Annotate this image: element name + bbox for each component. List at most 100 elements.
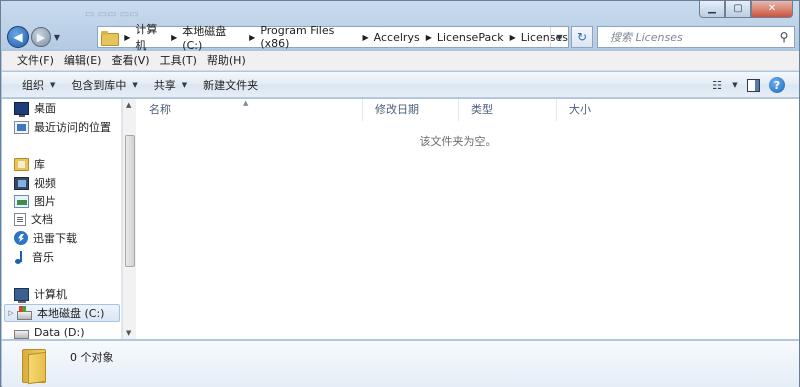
view-options-button[interactable]: ☷ xyxy=(705,75,729,95)
breadcrumb-separator-icon[interactable]: ▶ xyxy=(165,33,182,42)
back-button[interactable]: ◀ xyxy=(7,26,29,48)
close-button[interactable]: ✕ xyxy=(751,1,793,18)
video-icon xyxy=(14,176,29,190)
address-bar[interactable]: ▶ 计算机 ▶ 本地磁盘 (C:) ▶ Program Files (x86) … xyxy=(97,23,569,52)
menu-edit[interactable]: 编辑(E) xyxy=(59,51,107,71)
navigation-pane: 桌面 最近访问的位置 库 视频 图片 文档 迅雷下载 音乐 计算机 ▷ 本地磁盘… xyxy=(2,99,122,339)
include-in-library-button[interactable]: 包含到库中 ▼ xyxy=(63,74,145,96)
menu-tools[interactable]: 工具(T) xyxy=(155,51,202,71)
file-list: ▲ 名称 修改日期 类型 大小 该文件夹为空。 xyxy=(137,99,799,339)
item-count: 0 个对象 xyxy=(70,351,114,364)
music-icon xyxy=(14,250,27,264)
thunder-download-icon xyxy=(14,231,28,245)
breadcrumb-accelrys[interactable]: Accelrys xyxy=(374,31,420,44)
nav-item-label: 文档 xyxy=(31,213,53,226)
breadcrumb-separator-icon[interactable]: ▶ xyxy=(357,33,374,42)
nav-item-videos[interactable]: 视频 xyxy=(2,174,121,192)
column-header-name[interactable]: ▲ 名称 xyxy=(137,99,363,121)
view-details-icon: ☷ xyxy=(712,78,722,92)
maximize-icon: ▢ xyxy=(733,3,743,14)
forward-arrow-icon: ▶ xyxy=(36,30,46,44)
nav-item-music[interactable]: 音乐 xyxy=(2,248,121,266)
nav-item-label: 库 xyxy=(34,158,45,171)
search-icon[interactable]: ⚲ xyxy=(774,30,794,44)
column-header-label: 名称 xyxy=(149,103,171,116)
drive-icon xyxy=(14,329,29,339)
breadcrumb-program-files-x86[interactable]: Program Files (x86) xyxy=(260,24,356,50)
recent-pages-dropdown[interactable]: ▼ xyxy=(51,33,63,42)
main-area: 桌面 最近访问的位置 库 视频 图片 文档 迅雷下载 音乐 计算机 ▷ 本地磁盘… xyxy=(2,99,799,339)
folder-icon xyxy=(22,345,48,385)
breadcrumb-local-disk-c[interactable]: 本地磁盘 (C:) xyxy=(182,23,243,52)
scroll-up-icon[interactable]: ▲ xyxy=(126,101,131,109)
computer-icon xyxy=(14,287,29,303)
expand-arrow-icon[interactable]: ▷ xyxy=(5,309,17,317)
menu-file[interactable]: 文件(F) xyxy=(12,51,59,71)
minimize-button[interactable]: ▁ xyxy=(699,1,725,18)
preview-pane-icon xyxy=(746,78,760,92)
background-window-ghost: ▭ ▭▭ ▭▭ xyxy=(85,9,139,20)
scrollbar-thumb[interactable] xyxy=(125,135,135,267)
scroll-down-icon[interactable]: ▼ xyxy=(126,329,131,337)
chevron-down-icon: ▼ xyxy=(556,32,563,42)
new-folder-label: 新建文件夹 xyxy=(203,78,259,92)
breadcrumb-separator-icon[interactable]: ▶ xyxy=(243,33,260,42)
nav-item-desktop[interactable]: 桌面 xyxy=(2,99,121,117)
recent-places-icon xyxy=(14,120,29,134)
breadcrumb-computer[interactable]: 计算机 xyxy=(135,21,165,53)
menu-bar: 文件(F) 编辑(E) 查看(V) 工具(T) 帮助(H) xyxy=(2,51,799,71)
breadcrumb-separator-icon[interactable]: ▶ xyxy=(420,33,437,42)
organize-button[interactable]: 组织 ▼ xyxy=(14,74,63,96)
refresh-icon: ↻ xyxy=(576,30,588,44)
forward-button[interactable]: ▶ xyxy=(31,27,51,47)
navigation-scrollbar[interactable]: ▲ ▼ xyxy=(122,99,136,339)
column-header-date-modified[interactable]: 修改日期 xyxy=(363,99,459,121)
breadcrumb-separator-icon[interactable]: ▶ xyxy=(504,33,521,42)
windows-drive-icon xyxy=(17,305,32,320)
nav-item-label: Data (D:) xyxy=(34,325,85,339)
breadcrumb-separator-icon[interactable]: ▶ xyxy=(118,33,135,42)
nav-item-libraries[interactable]: 库 xyxy=(2,155,121,173)
minimize-icon: ▁ xyxy=(708,3,716,14)
nav-item-data-d[interactable]: Data (D:) xyxy=(2,323,121,339)
nav-item-label: 迅雷下载 xyxy=(33,232,77,245)
column-header-type[interactable]: 类型 xyxy=(459,99,557,121)
column-header-label: 类型 xyxy=(471,103,493,116)
view-options-dropdown[interactable]: ▼ xyxy=(729,75,741,95)
menu-view[interactable]: 查看(V) xyxy=(106,51,154,71)
column-header-size[interactable]: 大小 xyxy=(557,99,637,121)
column-header-label: 修改日期 xyxy=(375,103,419,116)
preview-pane-button[interactable] xyxy=(741,75,765,95)
include-in-library-label: 包含到库中 xyxy=(71,78,127,92)
chevron-down-icon: ▼ xyxy=(50,80,56,89)
nav-item-recent-places[interactable]: 最近访问的位置 xyxy=(2,118,121,136)
nav-item-label: 计算机 xyxy=(34,288,67,301)
documents-icon xyxy=(14,212,26,226)
explorer-window: ▭ ▭▭ ▭▭ ▁ ▢ ✕ ◀ ▶ ▼ ▶ 计算机 ▶ 本地磁盘 (C:) ▶ … xyxy=(0,0,800,387)
menu-help[interactable]: 帮助(H) xyxy=(202,51,251,71)
close-icon: ✕ xyxy=(767,3,777,14)
refresh-button[interactable]: ↻ xyxy=(571,26,593,48)
nav-item-documents[interactable]: 文档 xyxy=(2,210,121,228)
nav-item-label: 图片 xyxy=(34,195,56,208)
breadcrumb-licensepack[interactable]: LicensePack xyxy=(437,31,504,44)
maximize-button[interactable]: ▢ xyxy=(725,1,751,18)
new-folder-button[interactable]: 新建文件夹 xyxy=(195,74,266,96)
pictures-icon xyxy=(14,194,29,208)
empty-folder-message: 该文件夹为空。 xyxy=(419,135,497,148)
nav-item-local-disk-c[interactable]: ▷ 本地磁盘 (C:) xyxy=(4,304,120,322)
column-headers: ▲ 名称 修改日期 类型 大小 xyxy=(137,99,799,121)
nav-item-label: 本地磁盘 (C:) xyxy=(37,307,105,320)
search-box[interactable]: 搜索 Licenses ⚲ xyxy=(597,26,795,48)
chevron-down-icon: ▼ xyxy=(181,80,188,89)
nav-item-pictures[interactable]: 图片 xyxy=(2,192,121,210)
help-button[interactable]: ? xyxy=(765,75,789,95)
desktop-icon xyxy=(14,101,29,117)
search-input[interactable]: 搜索 Licenses xyxy=(598,29,774,45)
share-button[interactable]: 共享 ▼ xyxy=(146,74,195,96)
details-pane: 0 个对象 xyxy=(2,340,799,387)
breadcrumb: ▶ 计算机 ▶ 本地磁盘 (C:) ▶ Program Files (x86) … xyxy=(118,23,568,52)
address-history-dropdown[interactable]: ▼ xyxy=(550,27,568,47)
nav-item-computer[interactable]: 计算机 xyxy=(2,285,121,303)
nav-item-thunder-downloads[interactable]: 迅雷下载 xyxy=(2,229,121,247)
